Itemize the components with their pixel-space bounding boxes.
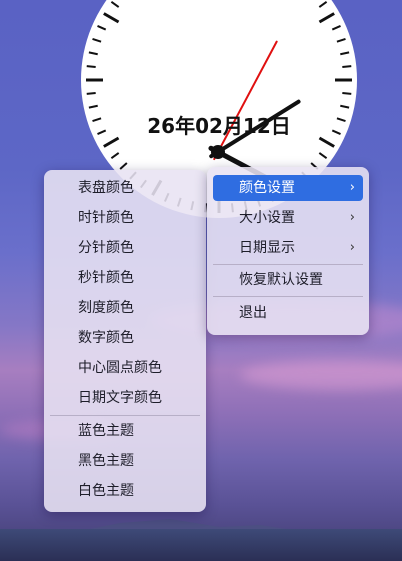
clock-center-dot	[211, 145, 225, 159]
menu-item-color-settings[interactable]: 颜色设置 ›	[213, 175, 363, 201]
menu-item-center-dot-color[interactable]: 中心圆点颜色	[50, 355, 200, 381]
menu-item-white-theme[interactable]: 白色主题	[50, 478, 200, 504]
menu-item-hour-hand-color[interactable]: 时针颜色	[50, 205, 200, 231]
menu-item-label: 大小设置	[239, 210, 295, 226]
menu-item-exit[interactable]: 退出	[213, 300, 363, 326]
menu-item-restore-defaults[interactable]: 恢复默认设置	[213, 267, 363, 293]
menu-item-second-hand-color[interactable]: 秒针颜色	[50, 265, 200, 291]
menu-item-black-theme[interactable]: 黑色主题	[50, 448, 200, 474]
menu-separator	[50, 415, 200, 416]
color-submenu: 表盘颜色 时针颜色 分针颜色 秒针颜色 刻度颜色 数字颜色 中心圆点颜色 日期文…	[44, 170, 206, 512]
clock-date-label: 26年02月12日	[147, 114, 291, 138]
chevron-right-icon: ›	[349, 180, 355, 195]
menu-item-date-display[interactable]: 日期显示 ›	[213, 235, 363, 261]
clock-tick	[86, 91, 96, 95]
clock-tick	[342, 65, 352, 69]
menu-item-blue-theme[interactable]: 蓝色主题	[50, 418, 200, 444]
menu-item-face-color[interactable]: 表盘颜色	[50, 175, 200, 201]
clock-tick	[86, 65, 96, 69]
menu-item-number-color[interactable]: 数字颜色	[50, 325, 200, 351]
menu-item-label: 颜色设置	[239, 180, 295, 196]
clock-tick	[342, 91, 352, 95]
menu-item-minute-hand-color[interactable]: 分针颜色	[50, 235, 200, 261]
menu-item-size-settings[interactable]: 大小设置 ›	[213, 205, 363, 231]
wallpaper-ground	[0, 529, 402, 561]
menu-item-tick-color[interactable]: 刻度颜色	[50, 295, 200, 321]
chevron-right-icon: ›	[349, 210, 355, 225]
menu-separator	[213, 264, 363, 265]
context-menu: 颜色设置 › 大小设置 › 日期显示 › 恢复默认设置 退出	[207, 167, 369, 335]
menu-item-label: 日期显示	[239, 240, 295, 256]
chevron-right-icon: ›	[349, 240, 355, 255]
menu-item-date-text-color[interactable]: 日期文字颜色	[50, 385, 200, 411]
menu-separator	[213, 296, 363, 297]
wallpaper-cloud	[240, 360, 402, 390]
